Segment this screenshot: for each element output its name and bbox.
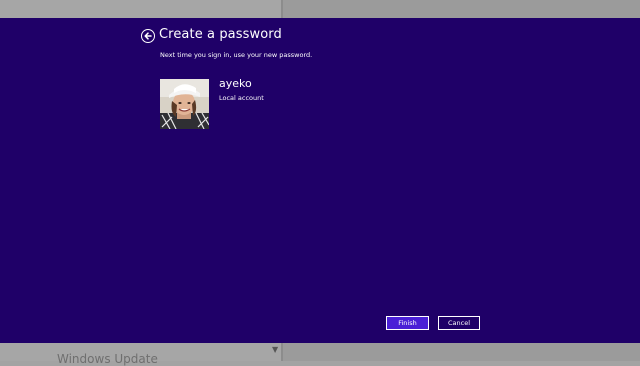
account-type-label: Local account [219, 94, 264, 102]
finish-button[interactable]: Finish [386, 316, 429, 330]
avatar [160, 79, 209, 129]
page-subtitle: Next time you sign in, use your new pass… [160, 51, 313, 59]
page-title: Create a password [159, 27, 282, 42]
user-photo [160, 79, 209, 129]
chevron-down-icon: ▼ [272, 345, 279, 354]
back-arrow-icon[interactable] [141, 29, 155, 43]
cancel-button[interactable]: Cancel [438, 316, 480, 330]
user-name: ayeko [219, 77, 252, 90]
back-arrow-icon-glyph [144, 32, 152, 40]
create-password-dialog: Create a password Next time you sign in,… [0, 18, 640, 343]
background-windows-update-label: Windows Update [57, 352, 158, 366]
